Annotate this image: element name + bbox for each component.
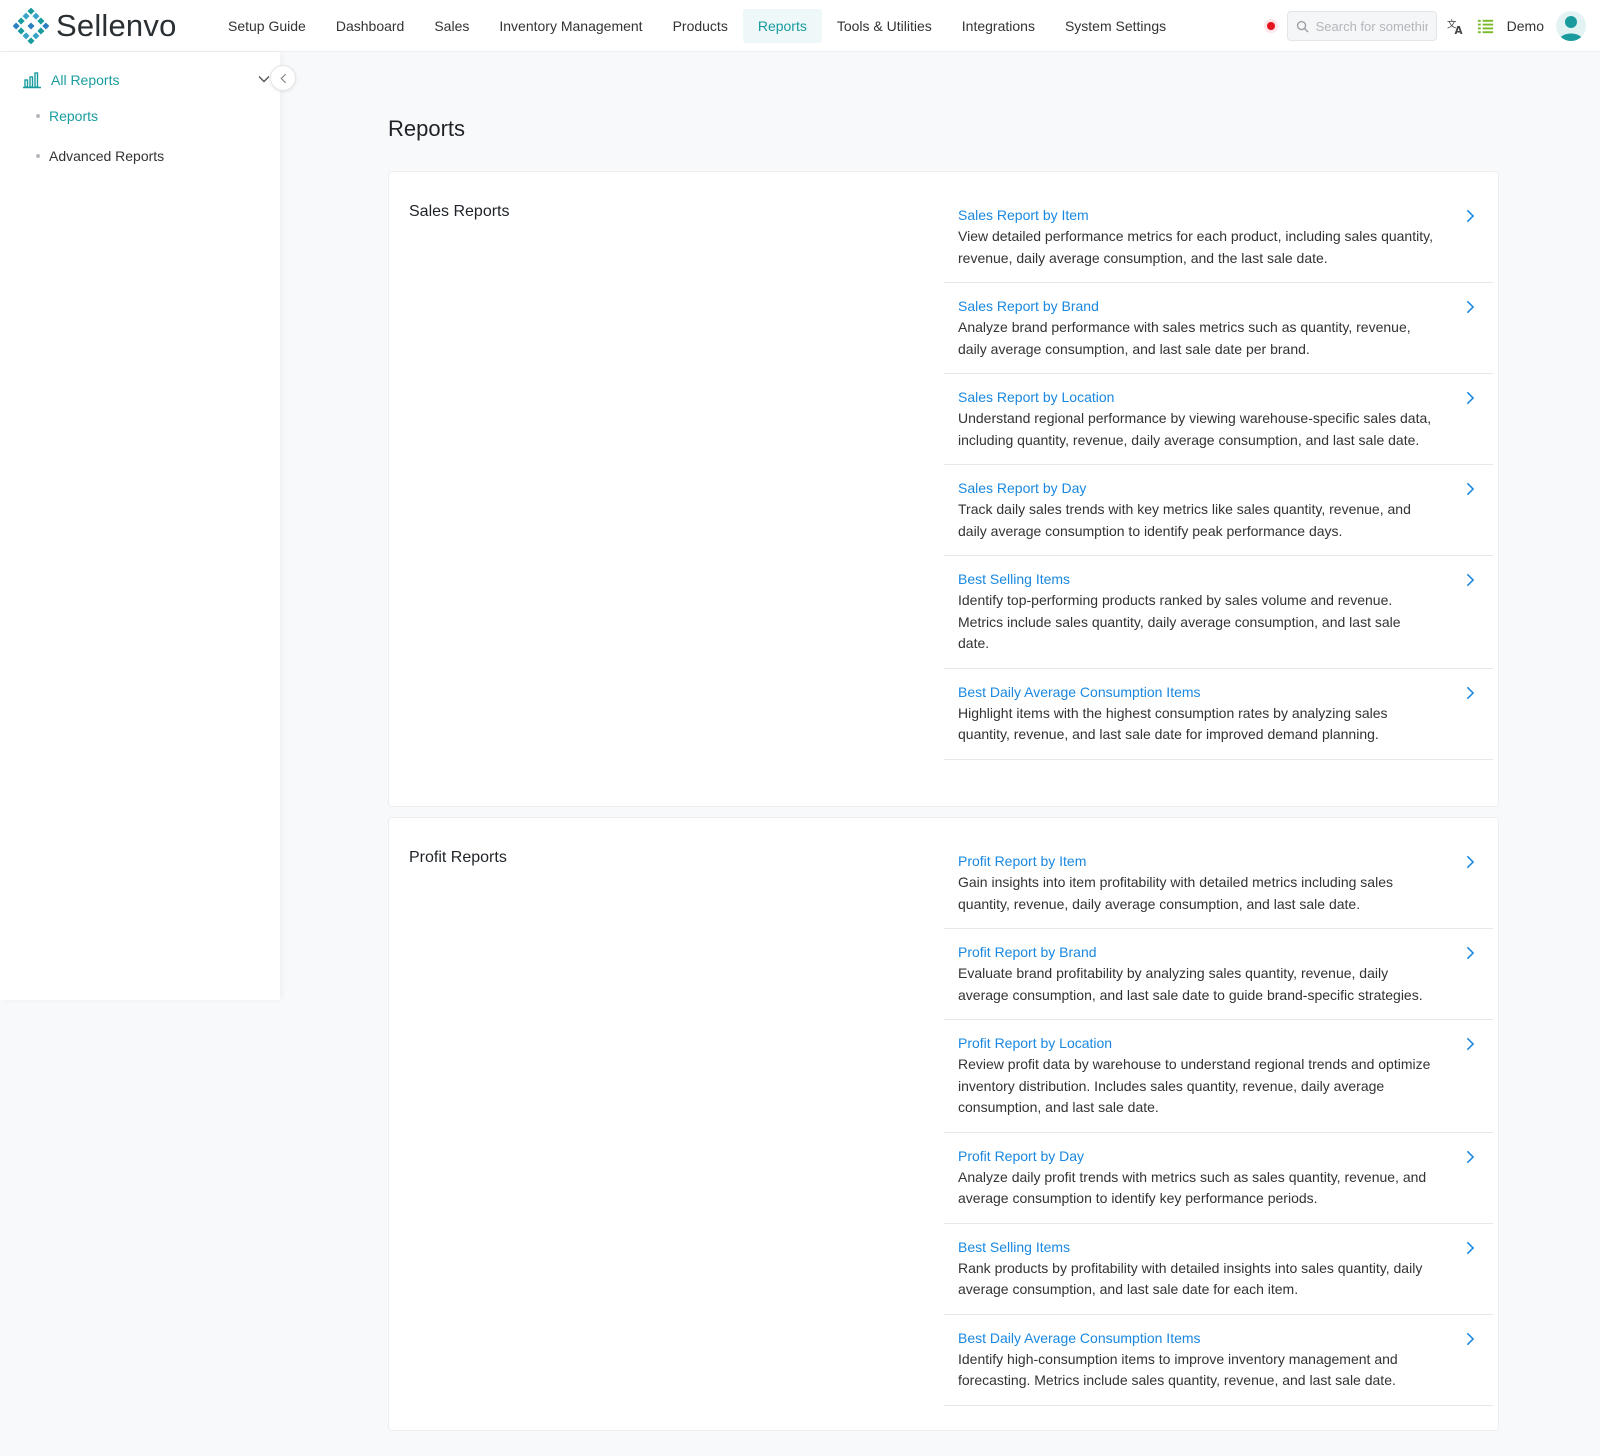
sidebar-header-label: All Reports (51, 72, 120, 88)
profit-reports-card: Profit Reports Profit Report by Item Gain… (388, 817, 1499, 1431)
chevron-down-icon (258, 76, 270, 83)
app-logo[interactable]: Sellenvo (13, 7, 199, 44)
report-link[interactable]: Profit Report by Day (958, 1146, 1433, 1166)
report-link[interactable]: Profit Report by Brand (958, 942, 1433, 962)
main-nav: Setup Guide Dashboard Sales Inventory Manag… (213, 0, 1181, 52)
top-bar: Sellenvo Setup Guide Dashboard Sales Invent… (0, 0, 1600, 52)
sidebar-item-label: Advanced Reports (49, 148, 165, 164)
page-title: Reports (388, 116, 466, 141)
report-item[interactable]: Sales Report by Location Understand regio… (944, 374, 1493, 465)
report-description: Track daily sales trends with key metric… (958, 501, 1411, 539)
user-avatar[interactable] (1556, 11, 1586, 41)
chevron-right-icon[interactable] (1463, 573, 1477, 587)
report-link[interactable]: Profit Report by Item (958, 851, 1433, 871)
sidebar-item-advanced-reports[interactable]: Advanced Reports (36, 148, 164, 164)
header-tools: 文 A Demo (1263, 0, 1586, 52)
report-item[interactable]: Profit Report by Brand Evaluate brand pro… (944, 929, 1493, 1020)
report-item[interactable]: Profit Report by Item Gain insights into … (944, 838, 1493, 929)
report-description: Identify high-consumption items to impro… (958, 1350, 1398, 1389)
search-input[interactable] (1315, 18, 1428, 34)
report-description: Highlight items with the highest consump… (958, 704, 1388, 743)
chevron-right-icon[interactable] (1463, 1332, 1477, 1346)
report-description: Rank products by profitability with deta… (958, 1259, 1423, 1298)
report-description: View detailed performance metrics for ea… (958, 228, 1433, 266)
search-box[interactable] (1286, 11, 1437, 41)
nav-tools-utilities[interactable]: Tools & Utilities (822, 9, 947, 43)
chevron-right-icon[interactable] (1463, 855, 1477, 869)
chevron-right-icon[interactable] (1463, 482, 1477, 496)
report-description: Review profit data by warehouse to under… (958, 1056, 1431, 1115)
sidebar-item-reports[interactable]: Reports (36, 108, 98, 124)
nav-reports[interactable]: Reports (742, 8, 822, 43)
bullet-icon (36, 114, 40, 118)
report-item[interactable]: Best Selling Items Rank products by profi… (944, 1224, 1493, 1315)
user-avatar-icon (1556, 11, 1586, 41)
report-item[interactable]: Best Daily Average Consumption Items High… (944, 669, 1493, 760)
chevron-left-icon (279, 73, 286, 83)
report-item[interactable]: Profit Report by Location Review profit d… (944, 1020, 1493, 1133)
report-list: Profit Report by Item Gain insights into … (944, 838, 1493, 1406)
report-description: Identify top-performing products ranked … (958, 592, 1401, 651)
nav-setup-guide[interactable]: Setup Guide (213, 9, 321, 43)
user-name[interactable]: Demo (1507, 18, 1544, 34)
chevron-right-icon[interactable] (1463, 391, 1477, 405)
report-link[interactable]: Best Daily Average Consumption Items (958, 1328, 1433, 1348)
list-view-icon[interactable] (1475, 15, 1497, 37)
report-description: Analyze daily profit trends with metrics… (958, 1168, 1427, 1207)
nav-system-settings[interactable]: System Settings (1050, 9, 1181, 43)
report-item[interactable]: Sales Report by Day Track daily sales tre… (944, 465, 1493, 556)
search-icon (1296, 20, 1308, 32)
report-link[interactable]: Sales Report by Brand (958, 296, 1433, 316)
logo-icon (13, 7, 49, 44)
translate-icon[interactable]: 文 A (1445, 15, 1467, 37)
nav-integrations[interactable]: Integrations (947, 9, 1050, 43)
chevron-right-icon[interactable] (1463, 686, 1477, 700)
bar-chart-icon (23, 72, 41, 89)
report-link[interactable]: Best Selling Items (958, 569, 1433, 589)
record-indicator-icon[interactable] (1263, 19, 1278, 33)
report-item[interactable]: Sales Report by Item View detailed perfor… (944, 192, 1493, 283)
report-description: Analyze brand performance with sales met… (958, 319, 1411, 357)
report-description: Evaluate brand profitability by analyzin… (958, 965, 1423, 1003)
section-title: Profit Reports (409, 849, 507, 866)
report-item[interactable]: Sales Report by Brand Analyze brand perfo… (944, 283, 1493, 374)
chevron-right-icon[interactable] (1463, 1241, 1477, 1255)
nav-products[interactable]: Products (658, 9, 743, 43)
app-name: Sellenvo (56, 7, 177, 43)
sidebar-collapse-button[interactable] (270, 65, 296, 91)
report-link[interactable]: Best Selling Items (958, 1237, 1433, 1257)
sidebar-item-all-reports[interactable]: All Reports (22, 67, 272, 93)
report-link[interactable]: Sales Report by Day (958, 478, 1433, 498)
sidebar: All Reports Reports Advanced Reports (0, 52, 280, 1000)
report-item[interactable]: Profit Report by Day Analyze daily profit… (944, 1133, 1493, 1224)
report-item[interactable]: Best Daily Average Consumption Items Iden… (944, 1315, 1493, 1406)
chevron-right-icon[interactable] (1463, 946, 1477, 960)
report-item[interactable]: Best Selling Items Identify top-performin… (944, 556, 1493, 669)
nav-inventory-management[interactable]: Inventory Management (484, 9, 657, 43)
chevron-right-icon[interactable] (1463, 1037, 1477, 1051)
report-link[interactable]: Sales Report by Location (958, 387, 1433, 407)
chevron-right-icon[interactable] (1463, 300, 1477, 314)
section-title: Sales Reports (409, 203, 510, 220)
report-link[interactable]: Best Daily Average Consumption Items (958, 682, 1433, 702)
nav-dashboard[interactable]: Dashboard (321, 9, 420, 43)
chevron-right-icon[interactable] (1463, 1150, 1477, 1164)
report-link[interactable]: Sales Report by Item (958, 205, 1433, 225)
report-description: Understand regional performance by viewi… (958, 410, 1432, 448)
sales-reports-card: Sales Reports Sales Report by Item View d… (388, 171, 1499, 807)
bullet-icon (36, 154, 40, 158)
sidebar-item-label: Reports (49, 108, 99, 124)
report-link[interactable]: Profit Report by Location (958, 1033, 1433, 1053)
nav-sales[interactable]: Sales (419, 9, 484, 43)
svg-text:A: A (1455, 25, 1464, 36)
report-description: Gain insights into item profitability wi… (958, 874, 1393, 912)
chevron-right-icon[interactable] (1463, 209, 1477, 223)
report-list: Sales Report by Item View detailed perfor… (944, 192, 1493, 760)
